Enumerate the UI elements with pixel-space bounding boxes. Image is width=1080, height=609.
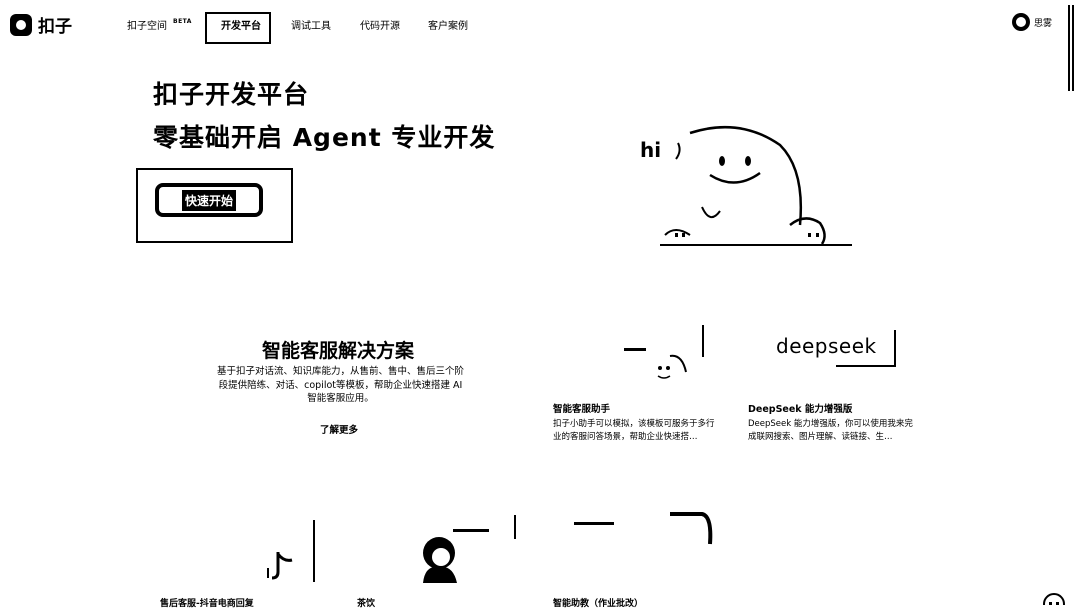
case-card-title[interactable]: 智能助教（作业批改） [553,596,643,609]
nav-item-cases[interactable]: 客户案例 [428,17,468,32]
nav-item-open-source[interactable]: 代码开源 [360,17,400,32]
hero-title: 扣子开发平台 [153,80,310,109]
brand-logo[interactable]: 扣子 [10,12,72,37]
card-divider [894,330,896,366]
card-description: DeepSeek 能力增强版，你可以使用我来完成联网搜索、图片理解、读链接、生… [748,419,913,442]
card-divider [514,515,516,539]
hero-subtitle: 零基础开启 Agent 专业开发 [153,123,496,152]
mascot-illustration: hi [640,125,852,246]
user-name: 思雾 [1033,18,1052,29]
learn-more-link[interactable]: 了解更多 [320,422,358,436]
quick-start-label: 快速开始 [181,189,236,211]
user-menu[interactable]: 思雾 [1011,13,1052,31]
solution-description: 基于扣子对话流、知识库能力，从售前、售中、售后三个阶段提供陪练、对话、copil… [216,366,464,404]
solution-title: 智能客服解决方案 [262,340,415,362]
card-title[interactable]: DeepSeek 能力增强版 [748,401,852,415]
douyin-icon [267,552,293,580]
case-card-title[interactable]: 茶饮 [357,596,375,609]
tea-card-illustration [423,529,489,583]
beta-badge: BETA [173,18,192,25]
card-divider [313,520,315,582]
deepseek-logo: deepseek [776,334,877,358]
quick-start-button[interactable]: 快速开始 [155,183,263,217]
card-title[interactable]: 智能客服助手 [553,401,610,415]
card-underline [836,365,896,367]
scrollbar[interactable] [1068,5,1074,91]
brand-name: 扣子 [38,17,72,37]
nav-item-space[interactable]: 扣子空间 [127,17,167,32]
card-description: 扣子小助手可以模拟，该模板可服务于多行业的客服问答场景，帮助企业快速搭… [553,419,715,442]
avatar [1011,13,1030,31]
assistant-card-illustration [624,348,687,379]
floating-help-icon[interactable] [1042,592,1066,605]
tutor-card-illustration [574,512,713,545]
card-divider [702,325,704,357]
nav-item-debug-tools[interactable]: 调试工具 [291,17,331,32]
mascot-greeting: hi [640,138,661,162]
nav-item-dev-platform[interactable]: 开发平台 [221,17,261,32]
case-card-title[interactable]: 售后客服-抖音电商回复 [160,596,254,609]
coze-logo-icon [10,13,32,36]
